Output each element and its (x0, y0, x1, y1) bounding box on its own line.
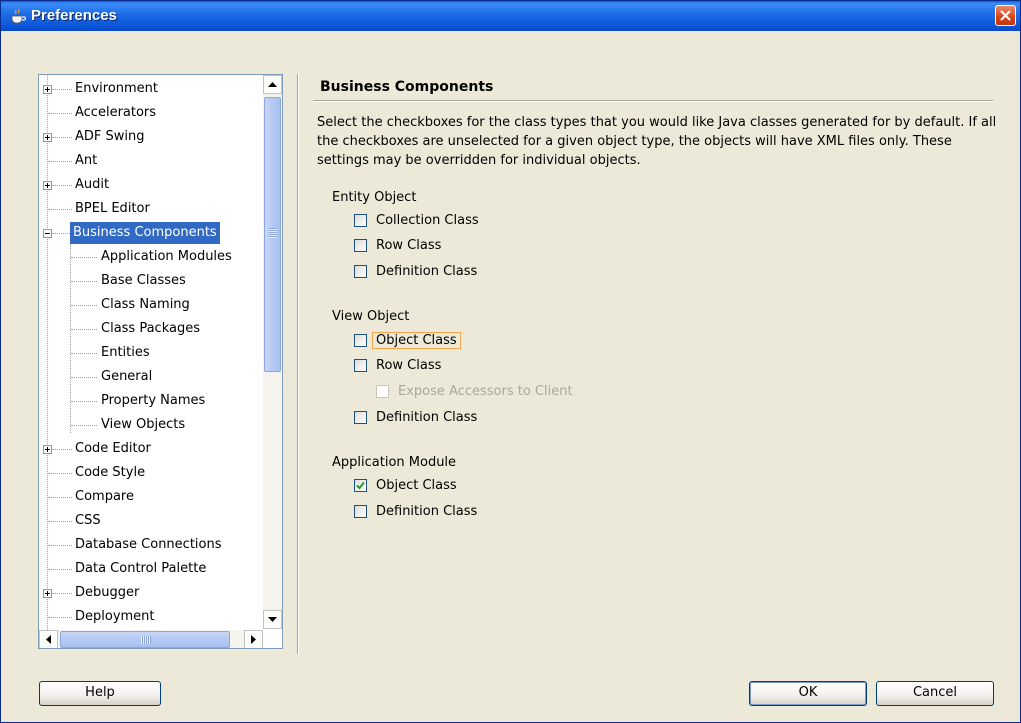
expand-icon[interactable] (43, 85, 52, 94)
checkbox-box[interactable] (354, 359, 367, 372)
arrow-right-icon (251, 635, 256, 644)
tree-content: Environment Accelerators ADF Swing Ant A… (39, 75, 264, 630)
ok-button[interactable]: OK (749, 681, 867, 706)
title-divider (313, 100, 993, 101)
checkbox-box[interactable] (354, 214, 367, 227)
scroll-up-button[interactable] (263, 75, 282, 94)
checkbox-box (376, 385, 389, 398)
checkbox-box[interactable] (354, 505, 367, 518)
vertical-scroll-thumb[interactable] (264, 97, 281, 372)
help-button[interactable]: Help (39, 681, 161, 706)
expand-icon[interactable] (43, 133, 52, 142)
expand-icon[interactable] (43, 589, 52, 598)
arrow-down-icon (268, 617, 277, 622)
close-button[interactable] (995, 5, 1016, 26)
checkmark-icon (356, 481, 365, 490)
grip-icon (141, 636, 151, 644)
application-module-label: Application Module (332, 455, 457, 470)
horizontal-scroll-thumb[interactable] (60, 631, 230, 648)
pane-separator (297, 74, 298, 654)
arrow-left-icon (46, 635, 51, 644)
tree-horizontal-scrollbar[interactable] (39, 630, 263, 648)
preferences-dialog: Preferences Environment Accelerators ADF… (0, 0, 1021, 723)
window-title: Preferences (31, 7, 117, 24)
tree-guide-line (70, 241, 71, 433)
checkbox-box[interactable] (354, 265, 367, 278)
collapse-icon[interactable] (43, 229, 52, 238)
cancel-button[interactable]: Cancel (876, 681, 994, 706)
expand-icon[interactable] (43, 445, 52, 454)
view-object-label: View Object (332, 309, 410, 324)
checkbox-box[interactable] (354, 411, 367, 424)
arrow-up-icon (268, 82, 277, 87)
entity-object-label: Entity Object (332, 190, 417, 205)
page-title: Business Components (320, 79, 494, 95)
preferences-tree[interactable]: Environment Accelerators ADF Swing Ant A… (38, 74, 283, 649)
checkbox-box[interactable] (354, 479, 367, 492)
title-bar[interactable]: Preferences (1, 1, 1020, 31)
scroll-left-button[interactable] (39, 630, 58, 648)
page-description: Select the checkboxes for the class type… (317, 115, 997, 168)
coffee-cup-icon (11, 8, 27, 24)
tree-guide-line (47, 75, 48, 630)
expand-icon[interactable] (43, 181, 52, 190)
tree-vertical-scrollbar[interactable] (263, 75, 282, 629)
scroll-right-button[interactable] (244, 630, 263, 648)
checkbox-box[interactable] (354, 239, 367, 252)
focus-indicator: Object Class (372, 332, 461, 349)
checkbox-box[interactable] (354, 334, 367, 347)
close-icon (1000, 10, 1011, 21)
scroll-down-button[interactable] (263, 610, 282, 629)
grip-icon (269, 228, 277, 238)
